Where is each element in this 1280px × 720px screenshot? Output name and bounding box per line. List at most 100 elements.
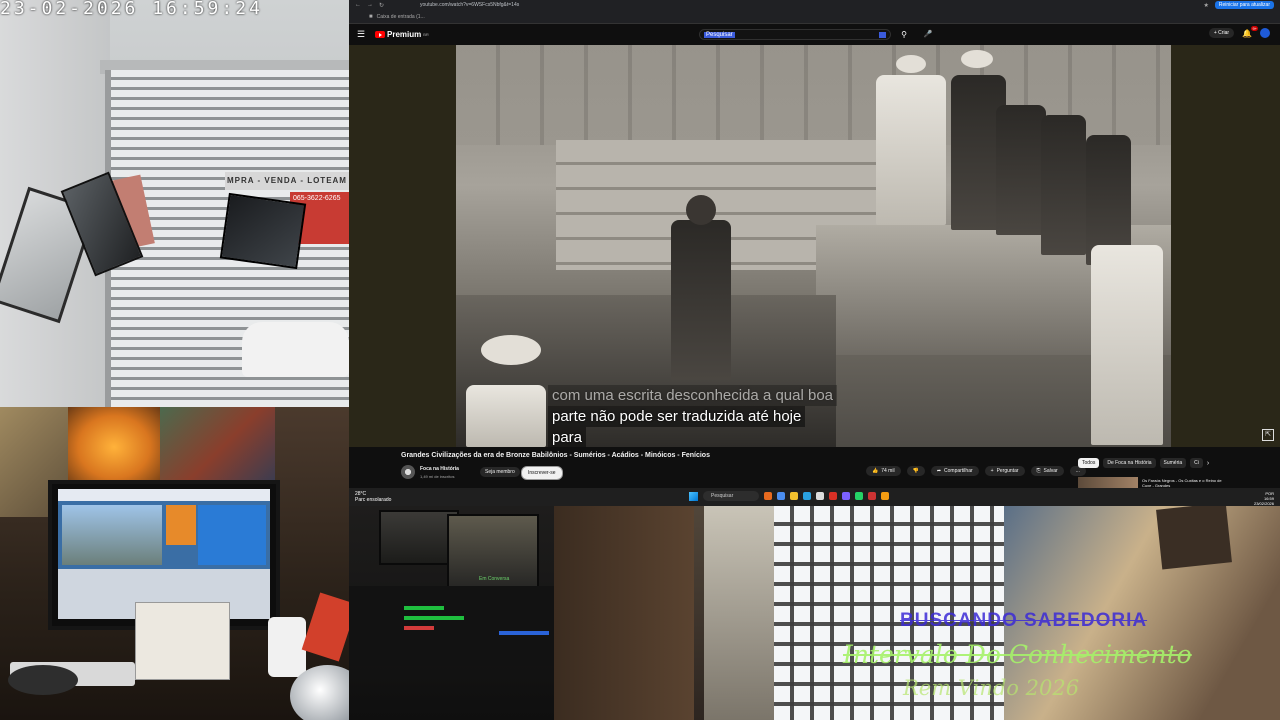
desk-mouse [8, 665, 78, 695]
camera-timestamp: 23-02-2026 16:59:24 [0, 0, 263, 19]
stream-overlay-year: Rem Vindo 2026 [903, 676, 1080, 700]
subtitle-line-2: parte não pode ser traduzida até hoje [548, 406, 806, 427]
reload-icon[interactable]: ↻ [379, 2, 384, 9]
youtube-logo[interactable]: Premium BR [375, 30, 429, 39]
app-icon[interactable] [842, 492, 851, 500]
channel-avatar[interactable] [401, 465, 415, 479]
chip-all[interactable]: Todos [1078, 458, 1100, 468]
orange-lamp [68, 407, 160, 487]
extensions-icon[interactable]: ★ [1203, 2, 1208, 9]
monitor-video-preview [62, 505, 162, 565]
channel-subscribers: 1,49 mi de inscritos [420, 474, 455, 479]
keyboard-icon[interactable] [879, 31, 886, 38]
microphone-icon[interactable]: 🎤 [921, 29, 935, 40]
chip-truncated[interactable]: Ci [1190, 458, 1203, 468]
room-door [554, 506, 694, 720]
app-icon[interactable] [777, 492, 786, 500]
security-camera-feed: MPRA - VENDA - LOTEAM 065-3622-6265 23-0… [0, 0, 349, 407]
youtube-logo-text: Premium [387, 30, 422, 39]
browser-toolbar: ← → ↻ youtube.com/watch?v=6WSFcs5Nbfg&t=… [349, 0, 1280, 10]
edge-icon[interactable] [803, 492, 812, 500]
back-icon[interactable]: ← [355, 2, 361, 8]
video-info-bar: Grandes Civilizações da era de Bronze Ba… [349, 447, 1280, 488]
bookmark-inbox[interactable]: Caixa de entrada (1... [377, 14, 425, 20]
search-input[interactable]: Pesquisar [699, 29, 891, 40]
weather-widget[interactable]: 28°C Parc ensolarado [355, 491, 391, 503]
desk-calendar [135, 602, 230, 680]
subtitle-line-3: para [548, 427, 587, 447]
video-player[interactable]: com uma escrita desconhecida a qual boa … [349, 45, 1280, 447]
multicam-stream-frame: MPRA - VENDA - LOTEAM 065-3622-6265 23-0… [0, 0, 1280, 720]
save-label: Salvar [1043, 468, 1058, 474]
taskbar-apps: Pesquisar [689, 491, 890, 501]
whatsapp-icon[interactable] [855, 492, 864, 500]
address-bar[interactable]: youtube.com/watch?v=6WSFcs5Nbfg&t=14s [420, 2, 519, 8]
account-avatar[interactable] [1260, 28, 1270, 38]
search-input-value: Pesquisar [704, 31, 735, 38]
video-worker-white [1091, 245, 1163, 445]
obs-icon[interactable] [868, 492, 877, 500]
video-subtitles: com uma escrita desconhecida a qual boa … [548, 385, 888, 447]
share-button[interactable]: ➦ Compartilhar [930, 466, 979, 476]
chip-sumeria[interactable]: Suméria [1159, 458, 1187, 468]
hanging-laptop-black [219, 192, 307, 270]
video-straw-hat [481, 335, 541, 365]
desk-bottle [268, 617, 306, 677]
join-member-button[interactable]: Seja membro [480, 467, 520, 477]
share-icon: ➦ [936, 468, 942, 474]
parked-car [242, 322, 349, 377]
channel-name[interactable]: Foca na História [420, 466, 459, 472]
hamburger-menu-icon[interactable]: ☰ [357, 29, 371, 40]
video-pith-helmet [961, 50, 993, 68]
subtitle-line-1: com uma escrita desconhecida a qual boa [548, 385, 838, 406]
like-icon: 👍 [872, 468, 879, 474]
create-button[interactable]: + Criar [1208, 28, 1235, 38]
recommended-video-thumbnail[interactable] [1078, 477, 1138, 488]
chrome-icon[interactable] [829, 492, 838, 500]
desk-book [301, 592, 349, 662]
audio-meter-green [404, 606, 444, 610]
taskbar-search-input[interactable]: Pesquisar [703, 491, 760, 501]
video-frame[interactable]: com uma escrita desconhecida a qual boa … [456, 45, 1171, 447]
dislike-icon: 👎 [912, 468, 919, 474]
video-pith-helmet [896, 55, 926, 73]
notifications-bell-icon[interactable]: 🔔 9+ [1242, 25, 1258, 38]
update-browser-button[interactable]: Reiniciar para atualizar [1214, 1, 1274, 9]
video-actions: 👍 74 mil 👎 ➦ Compartilhar + Perguntar ⎘ Salv… [866, 466, 1086, 476]
audio-meter-red [404, 626, 434, 630]
stream-overlay-subtitle: Intervalo Do Conhecimento [843, 640, 1192, 669]
folder-icon[interactable] [790, 492, 799, 500]
stream-overlay-title: BUSCANDO SABEDORIA [900, 610, 1148, 631]
audio-meter-blue [499, 631, 549, 635]
more-icon: ... [1075, 468, 1080, 474]
search-icon[interactable]: ⚲ [897, 29, 911, 40]
subscribe-button[interactable]: Inscrever-se [521, 466, 563, 480]
weather-description: Parc ensolarado [355, 497, 392, 503]
like-count: 74 mil [881, 468, 895, 474]
youtube-header-actions: + Criar 🔔 9+ [1208, 25, 1270, 38]
like-button[interactable]: 👍 74 mil [866, 466, 901, 476]
studio-monitor-right [447, 514, 539, 594]
monitor-camera-preview [166, 505, 196, 545]
app-icon[interactable] [764, 492, 773, 500]
windows-taskbar: 28°C Parc ensolarado Pesquisar POR 16:59… [349, 488, 1280, 506]
studio-mixer [349, 586, 554, 666]
vlc-icon[interactable] [881, 492, 890, 500]
windows-start-icon[interactable] [689, 491, 698, 501]
chevron-right-icon[interactable]: › [1207, 460, 1209, 467]
fullscreen-icon[interactable]: ⇱ [1262, 429, 1274, 441]
browser-toolbar-right: ★ Reiniciar para atualizar [1203, 1, 1274, 9]
ask-button[interactable]: + Perguntar [984, 466, 1025, 476]
video-title: Grandes Civilizações da era de Bronze Ba… [401, 452, 710, 459]
ask-label: Perguntar [996, 468, 1019, 474]
app-icon[interactable] [816, 492, 825, 500]
save-button[interactable]: ⎘ Salvar [1030, 466, 1064, 476]
chip-channel[interactable]: De Foca na História [1103, 458, 1156, 468]
system-tray[interactable]: POR 16:59 23/02/2026 [1254, 491, 1274, 506]
browser-window: ← → ↻ youtube.com/watch?v=6WSFcs5Nbfg&t=… [349, 0, 1280, 488]
forward-icon[interactable]: → [367, 2, 373, 8]
recommended-video-title[interactable]: Os Faraós Negros - Os Cuxitas e o Reino … [1142, 478, 1222, 488]
dislike-button[interactable]: 👎 [906, 466, 925, 476]
camera-store-sign: MPRA - VENDA - LOTEAM [225, 172, 349, 190]
recommendation-chips: Todos De Foca na História Suméria Ci › [1078, 458, 1209, 468]
